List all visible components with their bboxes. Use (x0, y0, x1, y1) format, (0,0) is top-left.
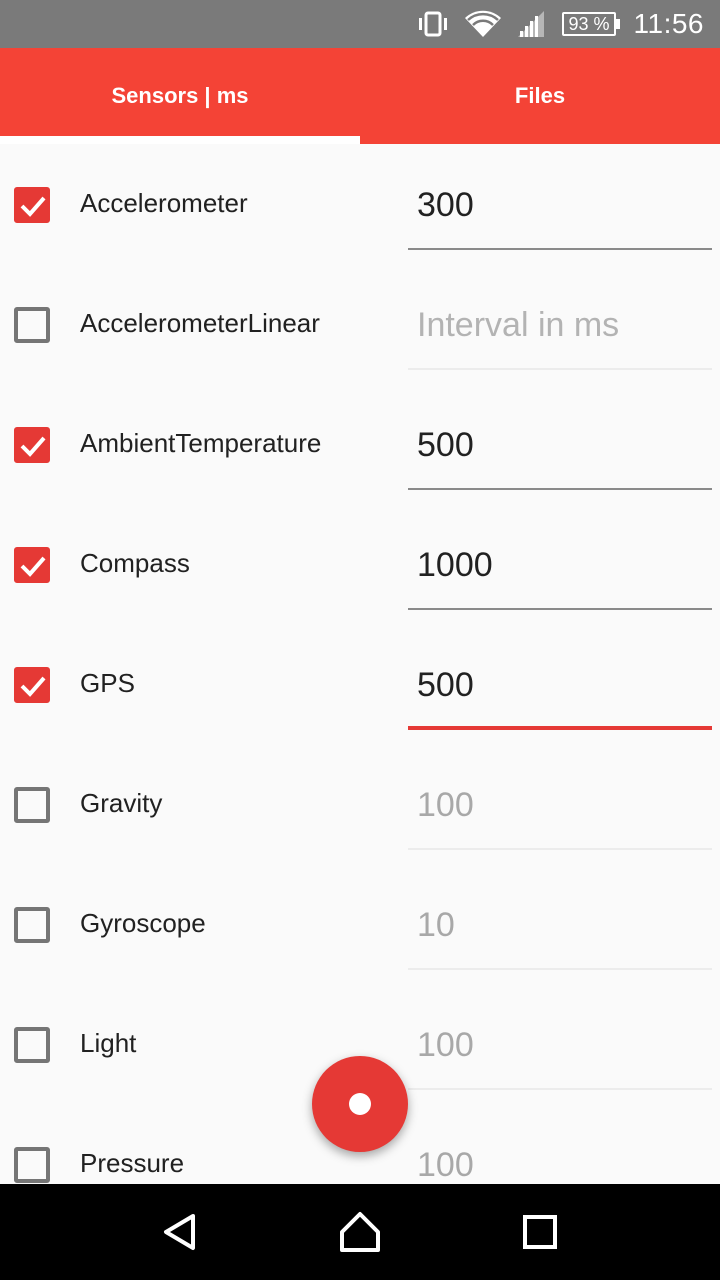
tab-files[interactable]: Files (360, 48, 720, 144)
interval-value-disabled: 100 (417, 1026, 474, 1064)
clock: 11:56 (633, 8, 704, 39)
record-icon (349, 1093, 371, 1115)
checkbox-gyroscope[interactable] (14, 907, 50, 943)
sensor-label: Gravity (80, 788, 163, 818)
sensor-list[interactable]: Accelerometer 300 AccelerometerLinear In… (0, 144, 720, 1184)
interval-input-accelerometer[interactable]: 300 (408, 144, 712, 250)
interval-placeholder: Interval in ms (417, 306, 620, 344)
checkbox-accelerometerlinear[interactable] (14, 307, 50, 343)
sensor-row-accelerometer: Accelerometer 300 (0, 144, 720, 264)
tab-sensors-label: Sensors | ms (111, 83, 249, 108)
interval-value: 300 (417, 186, 474, 224)
interval-input-ambienttemperature[interactable]: 500 (408, 384, 712, 490)
interval-input-gravity[interactable]: 100 (408, 744, 712, 850)
tab-sensors[interactable]: Sensors | ms (0, 48, 360, 144)
input-underline (408, 1088, 712, 1090)
sensor-label: Pressure (80, 1148, 185, 1178)
input-underline (408, 488, 712, 490)
sensor-row-ambienttemperature: AmbientTemperature 500 (0, 384, 720, 504)
battery-icon: 93 % (562, 12, 620, 36)
status-bar: 93 % 11:56 (0, 0, 720, 48)
checkbox-accelerometer[interactable] (14, 187, 50, 223)
sensor-label: AmbientTemperature (80, 428, 322, 458)
interval-input-compass[interactable]: 1000 (408, 504, 712, 610)
checkbox-gravity[interactable] (14, 787, 50, 823)
tab-files-label: Files (514, 83, 566, 108)
checkbox-ambienttemperature[interactable] (14, 427, 50, 463)
sensor-row-compass: Compass 1000 (0, 504, 720, 624)
sensor-row-gravity: Gravity 100 (0, 744, 720, 864)
navigation-bar (0, 1184, 720, 1280)
checkbox-light[interactable] (14, 1027, 50, 1063)
input-underline (408, 368, 712, 370)
interval-input-gps[interactable]: 500 (408, 624, 712, 730)
interval-value-disabled: 10 (417, 906, 455, 944)
input-underline (408, 608, 712, 610)
interval-input-pressure[interactable]: 100 (408, 1104, 712, 1184)
interval-input-accelerometerlinear[interactable]: Interval in ms (408, 264, 712, 370)
interval-value: 500 (417, 426, 474, 464)
interval-value: 500 (417, 666, 474, 704)
recents-icon[interactable] (510, 1202, 570, 1262)
back-icon[interactable] (150, 1202, 210, 1262)
interval-input-gyroscope[interactable]: 10 (408, 864, 712, 970)
input-underline (408, 248, 712, 250)
sensor-label: Gyroscope (80, 908, 206, 938)
interval-value-disabled: 100 (417, 1146, 474, 1184)
sensor-label: Compass (80, 548, 190, 578)
wifi-icon (464, 9, 502, 39)
checkbox-pressure[interactable] (14, 1147, 50, 1183)
sensor-label: Light (80, 1028, 137, 1058)
checkbox-compass[interactable] (14, 547, 50, 583)
battery-level: 93 % (568, 14, 610, 34)
sensor-row-gyroscope: Gyroscope 10 (0, 864, 720, 984)
tab-bar: Sensors | ms Files (0, 48, 720, 144)
cell-signal-icon (516, 9, 546, 39)
vibrate-icon (416, 11, 450, 37)
checkbox-gps[interactable] (14, 667, 50, 703)
sensor-label: GPS (80, 668, 135, 698)
interval-value: 1000 (417, 546, 493, 584)
sensor-row-gps: GPS 500 (0, 624, 720, 744)
sensor-label: Accelerometer (80, 188, 248, 218)
input-underline-focused (408, 726, 712, 730)
sensor-label: AccelerometerLinear (80, 308, 320, 338)
sensor-row-accelerometerlinear: AccelerometerLinear Interval in ms (0, 264, 720, 384)
input-underline (408, 848, 712, 850)
home-icon[interactable] (330, 1202, 390, 1262)
input-underline (408, 968, 712, 970)
interval-input-light[interactable]: 100 (408, 984, 712, 1090)
interval-value-disabled: 100 (417, 786, 474, 824)
record-button[interactable] (312, 1056, 408, 1152)
